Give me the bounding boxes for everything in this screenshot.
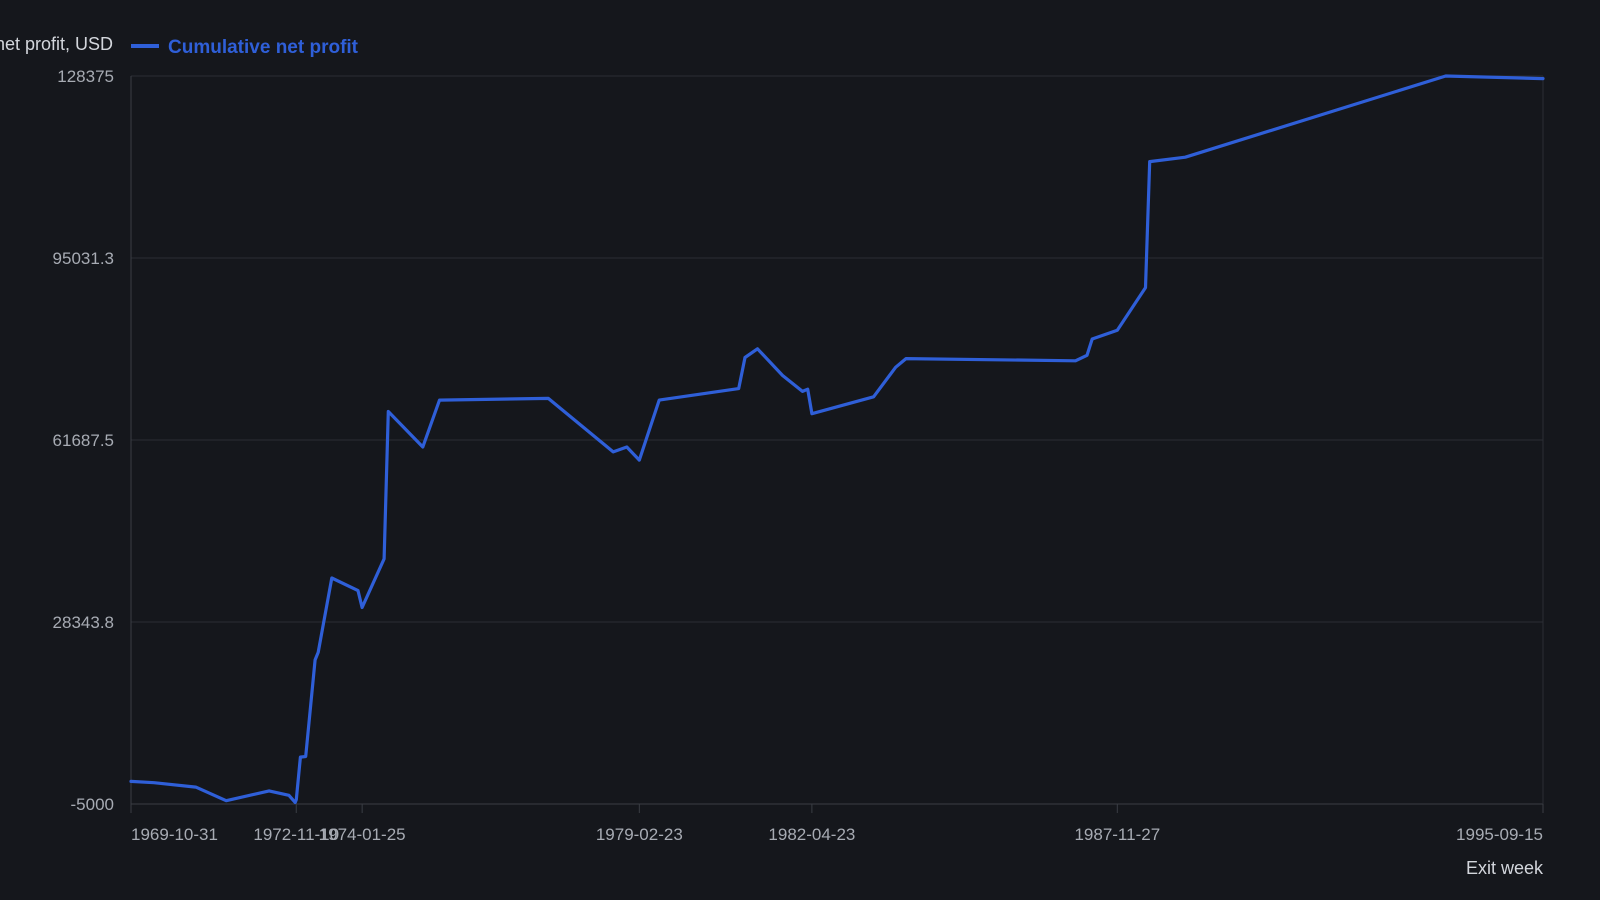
x-tick-label: 1979-02-23 (596, 825, 683, 844)
line-chart: 128375 95031.3 61687.5 28343.8 -5000 1969-10… (0, 34, 1545, 878)
grid-lines (131, 75, 1543, 805)
y-tick-labels: 128375 95031.3 61687.5 28343.8 -5000 (53, 67, 114, 814)
axes (130, 76, 1544, 813)
y-tick-label: 28343.8 (53, 613, 114, 632)
x-tick-label: 1974-01-25 (319, 825, 406, 844)
x-tick-labels: 1969-10-31 1972-11-101974-01-25 1979-02-23… (131, 825, 1543, 844)
y-tick-label: 61687.5 (53, 431, 114, 450)
legend-label: Cumulative net profit (168, 37, 359, 58)
x-tick-label: 1969-10-31 (131, 825, 218, 844)
x-tick-label: 1987-11-27 (1074, 825, 1160, 844)
series-layer (129, 74, 1545, 804)
x-tick-label: 1995-09-15 (1456, 825, 1543, 844)
y-tick-label: 95031.3 (53, 249, 114, 268)
y-axis-title: Cumulative net profit, USD (0, 34, 113, 54)
y-tick-label: 128375 (57, 67, 114, 86)
x-tick-label: 1982-04-23 (768, 825, 855, 844)
x-axis-title: Exit week (1466, 858, 1544, 878)
y-tick-label: -5000 (71, 795, 114, 814)
series-line (129, 74, 1545, 804)
legend[interactable]: Cumulative net profit (131, 37, 359, 58)
